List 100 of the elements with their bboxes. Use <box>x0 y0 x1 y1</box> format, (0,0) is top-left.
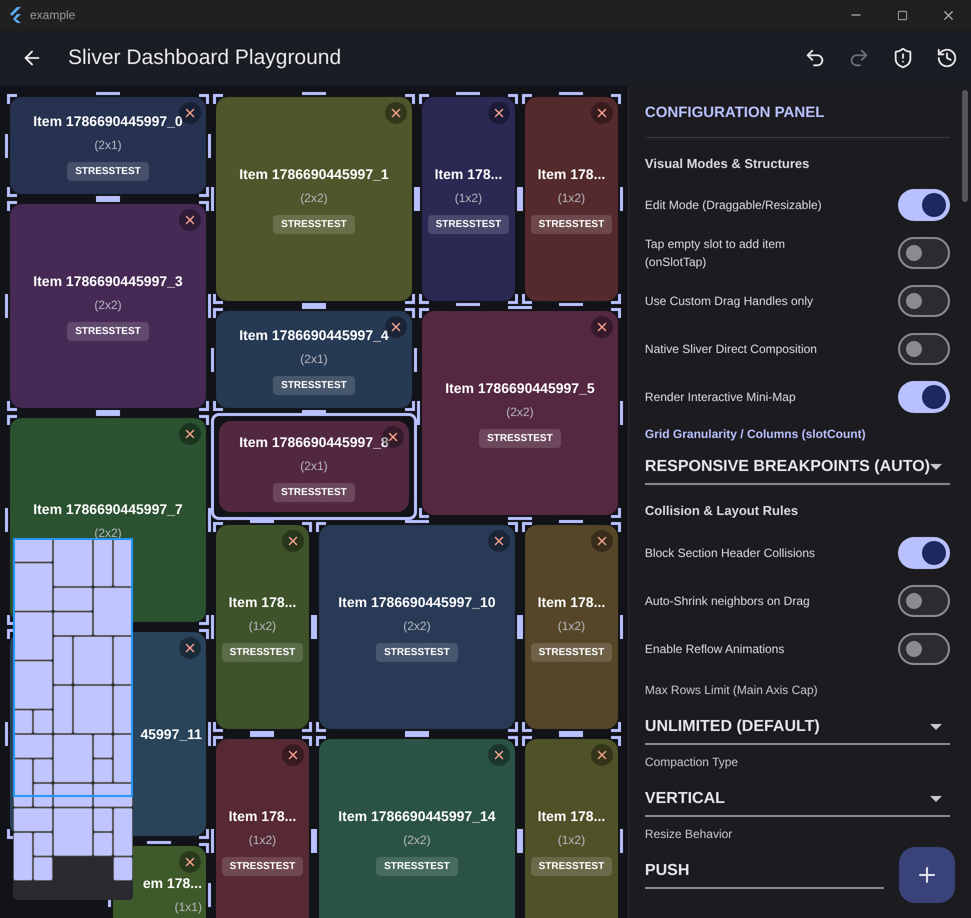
resize-handle[interactable] <box>610 94 621 104</box>
resize-handle[interactable] <box>508 722 518 732</box>
dropdown-field[interactable]: RESPONSIVE BREAKPOINTS (AUTO) <box>644 451 950 485</box>
resize-handle[interactable] <box>404 731 429 734</box>
resize-handle[interactable] <box>302 736 312 746</box>
toggle-switch[interactable] <box>898 632 950 664</box>
resize-handle[interactable] <box>198 401 209 411</box>
minimap-overlay[interactable] <box>13 538 133 900</box>
resize-handle[interactable] <box>302 92 326 95</box>
dashboard-card[interactable]: Item 1786690445997_0 (2x1) STRESSTEST <box>10 97 206 194</box>
resize-handle[interactable] <box>418 94 429 104</box>
resize-handle[interactable] <box>147 841 172 844</box>
resize-handle[interactable] <box>416 187 420 211</box>
resize-handle[interactable] <box>250 731 274 734</box>
dashboard-card[interactable]: Item 178... (1x2) STRESSTEST <box>524 739 618 918</box>
close-button[interactable] <box>178 637 201 659</box>
resize-handle[interactable] <box>212 522 223 532</box>
resize-handle[interactable] <box>210 348 214 372</box>
resize-handle[interactable] <box>316 722 326 732</box>
resize-handle[interactable] <box>316 736 326 746</box>
dropdown-field[interactable]: UNLIMITED (DEFAULT) <box>644 710 950 744</box>
resize-handle[interactable] <box>208 508 211 532</box>
dashboard-card[interactable]: Item 1786690445997_14 (2x2) STRESSTEST <box>318 739 515 918</box>
resize-handle[interactable] <box>302 522 312 532</box>
resize-handle[interactable] <box>7 94 17 104</box>
resize-handle[interactable] <box>520 187 523 211</box>
close-button[interactable] <box>590 102 613 124</box>
resize-handle[interactable] <box>508 306 532 309</box>
resize-handle[interactable] <box>559 734 584 737</box>
resize-handle[interactable] <box>208 134 211 158</box>
resize-handle[interactable] <box>522 736 532 746</box>
close-button[interactable] <box>282 744 304 766</box>
dropdown-field[interactable]: VERTICAL <box>644 782 950 816</box>
resize-handle[interactable] <box>418 294 429 304</box>
resize-handle[interactable] <box>620 187 623 211</box>
resize-handle[interactable] <box>416 401 420 425</box>
resize-handle[interactable] <box>522 94 532 104</box>
resize-handle[interactable] <box>508 736 518 746</box>
dashboard-card[interactable]: Item 1786690445997_10 (2x2) STRESSTEST <box>318 525 515 729</box>
dashboard-card[interactable]: Item 1786690445997_8 (2x1) STRESSTEST <box>218 421 409 512</box>
resize-handle[interactable] <box>5 294 8 318</box>
resize-handle[interactable] <box>620 829 623 853</box>
resize-handle[interactable] <box>198 415 209 425</box>
resize-handle[interactable] <box>456 303 480 306</box>
resize-handle[interactable] <box>620 615 623 639</box>
dashboard-card[interactable]: Item 1786690445997_4 (2x1) STRESSTEST <box>216 311 412 408</box>
resize-handle[interactable] <box>208 294 211 318</box>
close-button[interactable] <box>488 744 510 766</box>
resize-handle[interactable] <box>198 629 209 639</box>
resize-handle[interactable] <box>508 94 518 104</box>
resize-handle[interactable] <box>210 187 214 211</box>
resize-handle[interactable] <box>522 722 532 732</box>
resize-handle[interactable] <box>96 92 120 95</box>
resize-handle[interactable] <box>310 615 314 639</box>
resize-handle[interactable] <box>212 736 223 746</box>
resize-handle[interactable] <box>404 734 429 737</box>
resize-handle[interactable] <box>5 134 8 158</box>
resize-handle[interactable] <box>198 201 209 211</box>
resize-handle[interactable] <box>302 303 326 306</box>
toggle-switch[interactable] <box>898 237 950 269</box>
close-button[interactable] <box>488 530 510 552</box>
resize-handle[interactable] <box>520 615 523 639</box>
resize-handle[interactable] <box>210 829 214 853</box>
dashboard-card[interactable]: Item 178... (1x2) STRESSTEST <box>216 525 309 729</box>
close-button[interactable] <box>590 316 613 338</box>
resize-handle[interactable] <box>208 882 211 906</box>
resize-handle[interactable] <box>302 722 312 732</box>
resize-handle[interactable] <box>404 308 415 318</box>
resize-handle[interactable] <box>559 731 584 734</box>
resize-handle[interactable] <box>404 294 415 304</box>
resize-handle[interactable] <box>404 94 415 104</box>
resize-handle[interactable] <box>302 410 326 413</box>
resize-handle[interactable] <box>610 294 621 304</box>
resize-handle[interactable] <box>610 308 621 318</box>
dashboard-card[interactable]: Item 178... (1x2) STRESSTEST <box>524 525 618 729</box>
resize-handle[interactable] <box>314 829 317 853</box>
resize-handle[interactable] <box>198 843 209 853</box>
resize-handle[interactable] <box>516 187 520 211</box>
resize-handle[interactable] <box>559 92 584 95</box>
resize-handle[interactable] <box>198 94 209 104</box>
resize-handle[interactable] <box>96 196 120 199</box>
resize-handle[interactable] <box>520 829 523 853</box>
close-button[interactable] <box>590 744 613 766</box>
resize-handle[interactable] <box>208 722 211 746</box>
toggle-switch[interactable] <box>898 381 950 413</box>
toggle-switch[interactable] <box>898 536 950 568</box>
resize-handle[interactable] <box>516 829 520 853</box>
close-button[interactable] <box>488 102 510 124</box>
resize-handle[interactable] <box>522 522 532 532</box>
resize-handle[interactable] <box>96 199 120 202</box>
resize-handle[interactable] <box>210 615 214 639</box>
resize-handle[interactable] <box>96 413 120 416</box>
dropdown-field[interactable]: PUSH <box>644 854 884 888</box>
resize-handle[interactable] <box>508 522 518 532</box>
resize-handle[interactable] <box>250 520 274 523</box>
close-button[interactable] <box>590 530 613 552</box>
resize-handle[interactable] <box>418 308 429 318</box>
close-button[interactable] <box>178 851 201 873</box>
resize-handle[interactable] <box>5 508 8 532</box>
resize-handle[interactable] <box>610 736 621 746</box>
